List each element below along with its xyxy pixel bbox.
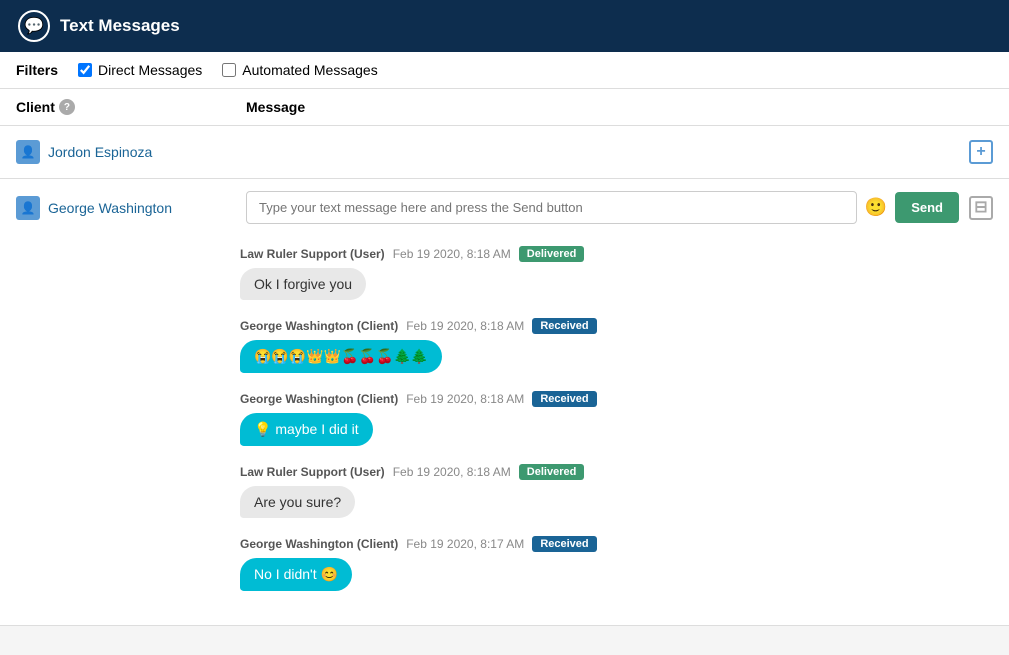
automated-messages-label: Automated Messages bbox=[242, 62, 377, 78]
app-header: 💬 Text Messages bbox=[0, 0, 1009, 52]
message-meta: Law Ruler Support (User) Feb 19 2020, 8:1… bbox=[240, 464, 993, 480]
message-badge: Received bbox=[532, 536, 596, 552]
message-sender: George Washington (Client) bbox=[240, 392, 398, 406]
message-sender: Law Ruler Support (User) bbox=[240, 247, 385, 261]
message-bubble: Are you sure? bbox=[240, 486, 355, 518]
client-avatar: 👤 bbox=[16, 140, 40, 164]
client-col-label: Client bbox=[16, 99, 55, 115]
message-badge: Received bbox=[532, 318, 596, 334]
message-bubble: No I didn't 😊 bbox=[240, 558, 352, 591]
collapse-button[interactable]: ⊟ bbox=[969, 196, 993, 220]
message-timestamp: Feb 19 2020, 8:18 AM bbox=[393, 247, 511, 261]
message-input-area: 🙂 Send bbox=[246, 191, 959, 224]
direct-messages-checkbox[interactable] bbox=[78, 63, 92, 77]
message-block: George Washington (Client) Feb 19 2020, 8… bbox=[240, 391, 993, 446]
chat-icon: 💬 bbox=[24, 16, 44, 36]
client-row-actions: + bbox=[969, 140, 993, 164]
automated-messages-filter[interactable]: Automated Messages bbox=[222, 62, 377, 78]
client-row-actions: ⊟ bbox=[969, 196, 993, 220]
direct-messages-filter[interactable]: Direct Messages bbox=[78, 62, 202, 78]
message-block: Law Ruler Support (User) Feb 19 2020, 8:1… bbox=[240, 464, 993, 518]
app-logo-icon: 💬 bbox=[18, 10, 50, 42]
message-timestamp: Feb 19 2020, 8:18 AM bbox=[393, 465, 511, 479]
message-badge: Received bbox=[532, 391, 596, 407]
client-row: 👤 Jordon Espinoza + bbox=[0, 126, 1009, 179]
message-sender: George Washington (Client) bbox=[240, 537, 398, 551]
message-block: Law Ruler Support (User) Feb 19 2020, 8:1… bbox=[240, 246, 993, 300]
automated-messages-checkbox[interactable] bbox=[222, 63, 236, 77]
message-meta: George Washington (Client) Feb 19 2020, 8… bbox=[240, 391, 993, 407]
message-meta: Law Ruler Support (User) Feb 19 2020, 8:1… bbox=[240, 246, 993, 262]
client-avatar: 👤 bbox=[16, 196, 40, 220]
message-bubble: 💡 maybe I did it bbox=[240, 413, 373, 446]
filters-bar: Filters Direct Messages Automated Messag… bbox=[0, 52, 1009, 89]
table-header: Client ? Message bbox=[0, 89, 1009, 126]
app-title: Text Messages bbox=[60, 16, 180, 36]
message-bubble: 😭😭😭👑👑🍒🍒🍒🌲🌲 bbox=[240, 340, 442, 373]
col-message-header: Message bbox=[246, 99, 993, 115]
message-sender: George Washington (Client) bbox=[240, 319, 398, 333]
message-meta: George Washington (Client) Feb 19 2020, 8… bbox=[240, 536, 993, 552]
client-rows-container: 👤 Jordon Espinoza + 👤 George Washington 🙂 Send… bbox=[0, 126, 1009, 626]
emoji-button[interactable]: 🙂 bbox=[865, 197, 887, 218]
message-timestamp: Feb 19 2020, 8:17 AM bbox=[406, 537, 524, 551]
message-badge: Delivered bbox=[519, 464, 585, 480]
client-row-header: 👤 George Washington 🙂 Send ⊟ bbox=[0, 179, 1009, 236]
message-input[interactable] bbox=[246, 191, 857, 224]
client-name[interactable]: Jordon Espinoza bbox=[48, 144, 152, 160]
client-row: 👤 George Washington 🙂 Send ⊟ Law Ruler Suppor… bbox=[0, 179, 1009, 626]
client-row-header: 👤 Jordon Espinoza + bbox=[0, 126, 1009, 178]
message-sender: Law Ruler Support (User) bbox=[240, 465, 385, 479]
message-badge: Delivered bbox=[519, 246, 585, 262]
message-block: George Washington (Client) Feb 19 2020, 8… bbox=[240, 318, 993, 373]
client-info: 👤 George Washington bbox=[16, 196, 246, 220]
client-help-icon[interactable]: ? bbox=[59, 99, 75, 115]
send-button[interactable]: Send bbox=[895, 192, 959, 223]
message-bubble: Ok I forgive you bbox=[240, 268, 366, 300]
message-block: George Washington (Client) Feb 19 2020, 8… bbox=[240, 536, 993, 591]
client-name[interactable]: George Washington bbox=[48, 200, 172, 216]
client-info: 👤 Jordon Espinoza bbox=[16, 140, 246, 164]
filters-label: Filters bbox=[16, 62, 58, 78]
messages-thread: Law Ruler Support (User) Feb 19 2020, 8:1… bbox=[0, 236, 1009, 625]
message-timestamp: Feb 19 2020, 8:18 AM bbox=[406, 319, 524, 333]
col-client-header: Client ? bbox=[16, 99, 246, 115]
message-timestamp: Feb 19 2020, 8:18 AM bbox=[406, 392, 524, 406]
direct-messages-label: Direct Messages bbox=[98, 62, 202, 78]
message-meta: George Washington (Client) Feb 19 2020, 8… bbox=[240, 318, 993, 334]
expand-button[interactable]: + bbox=[969, 140, 993, 164]
